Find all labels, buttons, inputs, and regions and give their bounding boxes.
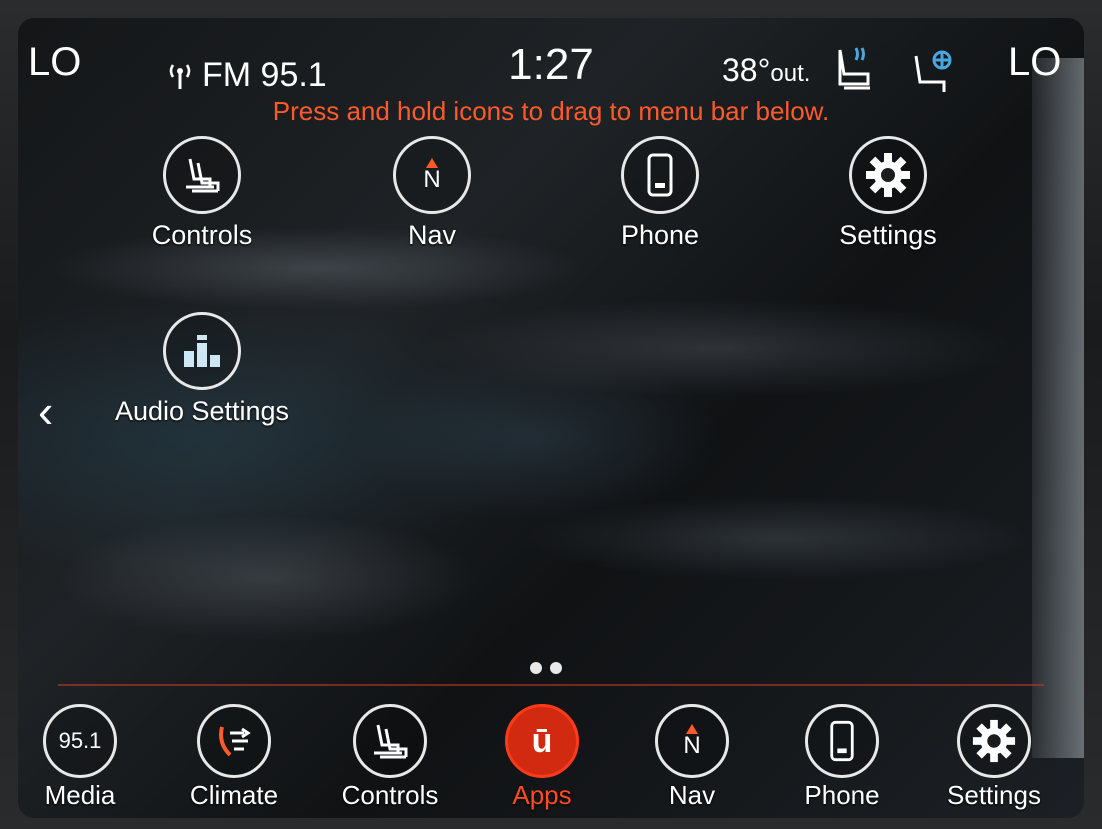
equalizer-icon bbox=[184, 335, 220, 367]
menu-media[interactable]: 95.1 Media bbox=[18, 704, 150, 811]
menu-phone-circle bbox=[805, 704, 879, 778]
menu-phone[interactable]: Phone bbox=[772, 704, 912, 811]
compass-icon: N bbox=[683, 724, 701, 759]
compass-letter: N bbox=[423, 166, 441, 193]
seat-controls-icon bbox=[186, 158, 220, 193]
menu-nav-circle: N bbox=[655, 704, 729, 778]
phone-icon bbox=[830, 720, 854, 762]
ventilated-seat-icon[interactable] bbox=[908, 48, 960, 100]
menu-settings-circle bbox=[957, 704, 1031, 778]
menu-apps[interactable]: ū Apps bbox=[472, 704, 612, 811]
screen-glare bbox=[1032, 58, 1084, 758]
gear-icon bbox=[866, 153, 910, 197]
climate-icon bbox=[219, 726, 251, 757]
apps-icon: ū bbox=[531, 721, 553, 760]
app-phone[interactable]: Phone bbox=[570, 136, 750, 251]
menu-nav-label: Nav bbox=[668, 780, 716, 810]
menu-climate-label: Climate bbox=[189, 780, 279, 810]
app-settings[interactable]: Settings bbox=[798, 136, 978, 251]
infotainment-screen: LO FM 95.1 1:27 38°out. LO Press and hol… bbox=[18, 18, 1084, 818]
app-phone-circle bbox=[621, 136, 699, 214]
menu-settings-label: Settings bbox=[947, 780, 1041, 810]
media-icon: 95.1 bbox=[58, 728, 102, 753]
app-nav-circle: N bbox=[393, 136, 471, 214]
app-controls-circle bbox=[163, 136, 241, 214]
menu-apps-label: Apps bbox=[512, 780, 572, 810]
menu-divider bbox=[58, 684, 1044, 686]
compass-letter: N bbox=[683, 732, 701, 759]
gear-icon bbox=[972, 719, 1016, 763]
menu-climate[interactable]: Climate bbox=[164, 704, 304, 811]
app-controls[interactable]: Controls bbox=[112, 136, 292, 251]
app-audio-circle bbox=[163, 312, 241, 390]
app-phone-label: Phone bbox=[620, 220, 700, 250]
menu-controls[interactable]: Controls bbox=[320, 704, 460, 811]
app-nav-label: Nav bbox=[407, 220, 456, 250]
drag-hint: Press and hold icons to drag to menu bar… bbox=[272, 96, 830, 126]
page-indicator bbox=[530, 662, 562, 674]
heated-seat-icon[interactable] bbox=[830, 44, 878, 96]
app-audio-settings[interactable]: Audio Settings bbox=[112, 312, 292, 427]
outside-temp-value: 38° bbox=[722, 52, 771, 88]
outside-temp-suffix: out. bbox=[770, 60, 811, 87]
right-temp-setting[interactable]: LO bbox=[1008, 40, 1061, 85]
outside-temperature: 38°out. bbox=[722, 52, 810, 89]
menu-climate-circle bbox=[197, 704, 271, 778]
menu-settings[interactable]: Settings bbox=[924, 704, 1064, 811]
app-nav[interactable]: N Nav bbox=[342, 136, 522, 251]
page-dot bbox=[530, 662, 542, 674]
menu-media-label: Media bbox=[44, 780, 116, 810]
back-arrow[interactable]: ‹ bbox=[38, 384, 53, 438]
compass-icon: N bbox=[423, 158, 441, 193]
app-settings-circle bbox=[849, 136, 927, 214]
app-settings-label: Settings bbox=[839, 220, 937, 250]
menu-controls-label: Controls bbox=[341, 780, 439, 810]
menu-phone-label: Phone bbox=[804, 780, 880, 810]
app-controls-label: Controls bbox=[151, 220, 253, 250]
page-dot bbox=[550, 662, 562, 674]
app-audio-settings-label: Audio Settings bbox=[114, 396, 290, 426]
menu-controls-circle bbox=[353, 704, 427, 778]
menu-apps-circle: ū bbox=[505, 704, 579, 778]
menu-nav[interactable]: N Nav bbox=[622, 704, 762, 811]
menu-media-circle: 95.1 bbox=[43, 704, 117, 778]
seat-controls-icon bbox=[374, 724, 408, 759]
phone-icon bbox=[647, 153, 673, 197]
